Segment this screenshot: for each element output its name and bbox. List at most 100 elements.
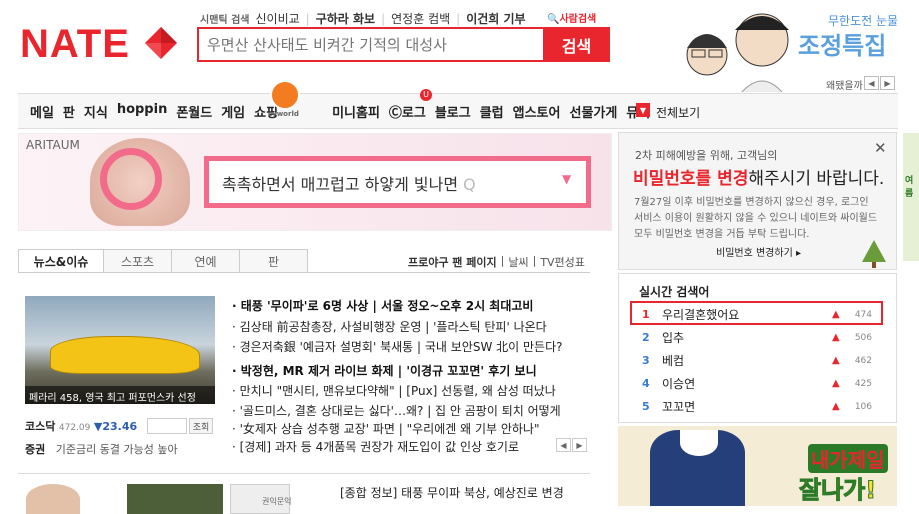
hot-term[interactable]: 연정훈 컴백 [391, 10, 450, 27]
promo-link[interactable]: 왜됐을까 [826, 77, 863, 92]
baseball-fan-link[interactable]: 프로야구 팬 페이지 [408, 254, 497, 270]
ad-headline-1: 내가제일 [808, 444, 888, 473]
stock-change: ▼23.46 [93, 420, 138, 433]
notice-headline: 비밀번호를 변경해주시기 바랍니다. [633, 169, 885, 189]
rank-change: 425 [854, 378, 872, 389]
change-password-link[interactable]: 비밀번호 변경하기 ▸ [716, 244, 801, 259]
shirt-collar [680, 430, 718, 456]
tab-news[interactable]: 뉴스&이슈 [18, 249, 104, 273]
nav-item-hoppin[interactable]: hoppin [117, 102, 168, 121]
tv-schedule-link[interactable]: TV편성표 [540, 254, 585, 270]
search-button[interactable]: 검색 [543, 27, 610, 62]
nav-item-clog[interactable]: Ⓒ로그 [389, 102, 426, 121]
tab-entertainment[interactable]: 연예 [172, 249, 240, 273]
nate-logo[interactable]: NATE [20, 24, 130, 64]
news-photo-caption[interactable]: 페라리 458, 영국 최고 퍼포먼스카 선정 [25, 386, 215, 404]
headline[interactable]: · 경은저축銀 '예금자 설명회' 북새통 | 국내 보안SW 北이 만든다? [232, 338, 587, 355]
view-all-icon[interactable]: ▼ [636, 103, 650, 117]
rank-change: 474 [854, 309, 872, 320]
people-search-link[interactable]: 🔍사람검색 [547, 10, 596, 25]
stock-ticker: 코스닥 472.09 ▼23.46 [25, 418, 137, 434]
rank-change: 106 [854, 401, 872, 412]
edge-ad[interactable]: 여름 [903, 133, 919, 261]
weather-link[interactable]: 날씨 [508, 254, 528, 270]
rank-number: 5 [642, 400, 650, 413]
tree-icon [862, 240, 886, 268]
headline[interactable]: · 태풍 '무이파'로 6명 사상 | 서울 정오~오후 2시 최대고비 [232, 297, 587, 314]
headline[interactable]: · [경제] 과자 등 4개품목 권장가 재도입이 값 인상 호기로 [232, 438, 552, 455]
tab-pan[interactable]: 판 [240, 249, 308, 273]
chevron-down-icon[interactable]: ▼ [562, 172, 571, 186]
thumbnail-golf[interactable] [127, 484, 223, 514]
logo-cube-icon [145, 27, 177, 59]
keyword: 입추 [662, 331, 685, 345]
tab-sports[interactable]: 스포츠 [104, 249, 172, 273]
promo-next-button[interactable]: ▶ [880, 76, 895, 90]
nav-item-mail[interactable]: 메일 [30, 102, 54, 121]
nav-item-game[interactable]: 게임 [221, 102, 245, 121]
arrow-up-icon: ▲ [832, 378, 840, 389]
news-prev-button[interactable]: ◀ [556, 438, 571, 452]
hot-term[interactable]: 신이비교 [255, 10, 299, 27]
realtime-title: 실시간 검색어 [639, 285, 710, 299]
arrow-up-icon: ▲ [832, 309, 840, 320]
headline[interactable]: · '골드미스, 결혼 상대로는 싫다'…왜? | 집 안 곰팡이 퇴치 어떻게 [232, 402, 587, 419]
nav-item-pan[interactable]: 판 [63, 102, 75, 121]
edge-ad-text: 여름 [905, 176, 914, 199]
thumbnail-label: 권익문익 [262, 497, 292, 506]
rank-change: 506 [854, 332, 872, 343]
nav-item-blog[interactable]: 블로그 [435, 102, 471, 121]
rank-number: 3 [642, 354, 650, 367]
nav-item-club[interactable]: 클럽 [480, 102, 504, 121]
promo-prev-button[interactable]: ◀ [864, 76, 879, 90]
tab-links: 프로야구 팬 페이지 | 날씨 | TV편성표 [408, 254, 585, 270]
realtime-item[interactable]: 5 꼬꼬면 ▲ 106 [642, 398, 872, 415]
hot-term[interactable]: 구하라 화보 [316, 10, 375, 27]
realtime-item[interactable]: 3 베컴 ▲ 462 [642, 352, 872, 369]
stock-lookup-input[interactable] [147, 418, 187, 434]
headline[interactable]: · 만치니 "맨시티, 맨유보다약해" | [Pux] 선동렬, 왜 삼성 떠났… [232, 382, 587, 399]
stock-value: 472.09 [58, 423, 91, 433]
hot-term[interactable]: 이건희 기부 [466, 10, 525, 27]
stock-news[interactable]: 증권 기준금리 동결 가능성 높아 [25, 441, 178, 457]
nav-item-appstore[interactable]: 앱스토어 [513, 102, 561, 121]
promo-title[interactable]: 조정특집 [798, 26, 886, 61]
tab-divider [18, 272, 590, 273]
promo-faces-illustration [686, 13, 789, 93]
news-next-button[interactable]: ▶ [572, 438, 587, 452]
magnifier-icon: 🔍 [547, 14, 560, 25]
stock-name[interactable]: 코스닥 [25, 420, 55, 433]
rank-number: 4 [642, 377, 650, 390]
rank-number: 2 [642, 331, 650, 344]
blog-update-badge: U [420, 89, 432, 101]
stock-lookup-button[interactable]: 조회 [189, 418, 213, 434]
search-input[interactable] [207, 35, 537, 55]
banner-text: 촉촉하면서 매끄럽고 하얗게 빛나면 Q [222, 175, 476, 194]
realtime-item[interactable]: 2 입추 ▲ 506 [642, 329, 872, 346]
nav-item-phoneworld[interactable]: 폰월드 [176, 102, 212, 121]
banner-brand: ARITAUM [26, 138, 80, 152]
realtime-item[interactable]: 1 우리결혼했어요 ▲ 474 [642, 306, 872, 323]
notice-intro: 2차 피해예방을 위해, 고객님의 [635, 149, 778, 162]
realtime-item[interactable]: 4 이승연 ▲ 425 [642, 375, 872, 392]
headline[interactable]: · 김상태 前공참총장, 사설비행장 운영 | '플라스틱 탄피' 나온다 [232, 318, 587, 335]
close-icon[interactable]: ✕ [874, 139, 887, 157]
ad-headline-2: 잘나가! [798, 476, 877, 505]
nav-item-gift[interactable]: 선물가게 [569, 102, 617, 121]
nav-item-jisik[interactable]: 지식 [84, 102, 108, 121]
magnifier-icon [100, 148, 162, 210]
view-all-link[interactable]: 전체보기 [656, 104, 700, 121]
keyword: 우리결혼했어요 [662, 308, 740, 322]
headline[interactable]: · '女제자 상습 성추행 교장' 파면 | "우리에겐 왜 기부 안하나" [232, 420, 587, 437]
thumbnail-person[interactable] [26, 484, 80, 514]
rank-change: 462 [854, 355, 872, 366]
arrow-up-icon: ▲ [832, 401, 840, 412]
cyworld-icon[interactable] [270, 80, 300, 110]
headline[interactable]: · 박정현, MR 제거 라이브 화제 | '이경규 꼬꼬면' 후기 보니 [232, 362, 587, 379]
hot-search-row: 시맨틱 검색 신이비교 | 구하라 화보 | 연정훈 컴백 | 이건희 기부 [200, 10, 526, 27]
arrow-up-icon: ▲ [832, 355, 840, 366]
nav-item-minihompy[interactable]: 미니홈피 [332, 102, 380, 121]
search-box [197, 27, 545, 62]
bottom-headline[interactable]: [종합 정보] 태풍 무이파 북상, 예상진로 변경 [340, 484, 564, 501]
keyword: 베컴 [662, 354, 685, 368]
